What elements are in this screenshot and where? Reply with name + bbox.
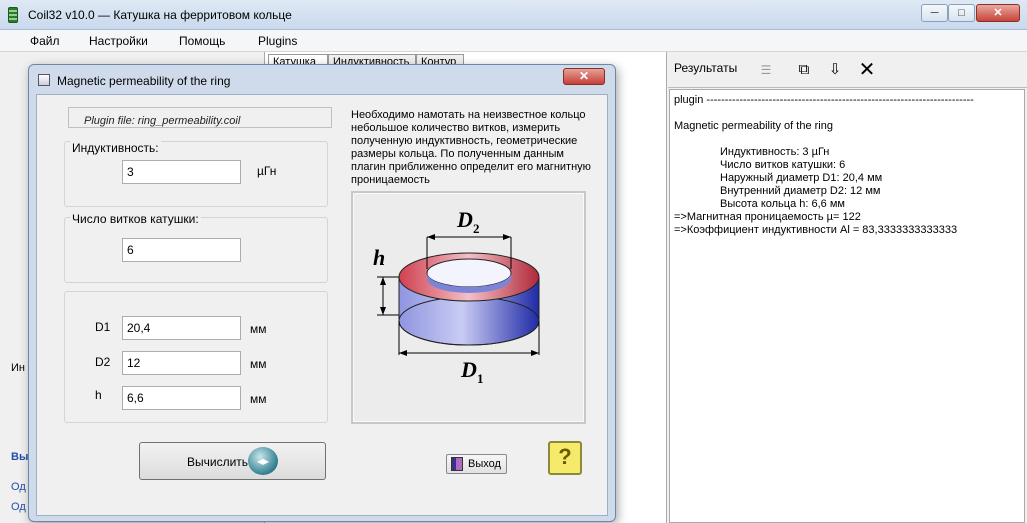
inductance-label: Индуктивность:	[70, 141, 161, 155]
d1-unit: мм	[250, 322, 267, 336]
left-label-fragment: Ин	[11, 362, 25, 374]
result-line: =>Коэффициент индуктивности Al = 83,3333…	[674, 224, 958, 236]
d2-input[interactable]: 12	[122, 351, 241, 375]
menu-file[interactable]: Файл	[30, 34, 60, 48]
plugin-file-label: Plugin file: ring_permeability.coil	[68, 107, 332, 128]
d2-diagram-subscript: 2	[473, 221, 480, 236]
exit-door-icon	[451, 457, 463, 471]
d1-label: D1	[95, 320, 111, 334]
close-icon[interactable]: ✕	[976, 4, 1020, 22]
dialog-close-icon[interactable]: ✕	[563, 68, 605, 85]
result-line: plugin ---------------------------------…	[674, 94, 974, 106]
result-line: Наружный диаметр D1: 20,4 мм	[720, 172, 883, 184]
h-unit: мм	[250, 392, 267, 406]
list-icon[interactable]: ☰	[754, 58, 778, 82]
result-line: Внутренний диаметр D2: 12 мм	[720, 185, 881, 197]
result-line: =>Магнитная проницаемость µ= 122	[674, 211, 861, 223]
maximize-icon[interactable]: □	[948, 4, 975, 22]
d2-diagram-label: D	[456, 207, 473, 232]
d1-input[interactable]: 20,4	[122, 316, 241, 340]
exit-button-label: Выход	[468, 458, 501, 470]
dialog-title: Magnetic permeability of the ring	[57, 74, 231, 88]
left-link-fragment[interactable]: Од	[11, 501, 26, 513]
result-line: Число витков катушки: 6	[720, 159, 846, 171]
turns-label: Число витков катушки:	[70, 212, 201, 226]
menu-bar: Файл Настройки Помощь Plugins	[0, 30, 1027, 52]
dimensions-group: D1 20,4 мм D2 12 мм h 6,6 мм	[64, 291, 328, 423]
help-question-icon: ?	[558, 444, 572, 469]
result-line: Высота кольца h: 6,6 мм	[720, 198, 845, 210]
permeability-dialog: Magnetic permeability of the ring ✕ Plug…	[28, 64, 616, 522]
d1-diagram-subscript: 1	[477, 371, 484, 386]
result-line: Индуктивность: 3 µГн	[720, 146, 830, 158]
save-icon[interactable]: ⇩	[823, 58, 847, 82]
play-icon: ◂▸	[248, 447, 278, 475]
menu-plugins[interactable]: Plugins	[258, 34, 297, 48]
clear-icon[interactable]: ✕	[855, 58, 879, 82]
inductance-unit: µГн	[257, 164, 277, 178]
results-toolbar: Результаты ☰ ⧉ ⇩ ✕	[668, 52, 1027, 88]
dialog-body: Plugin file: ring_permeability.coil Инду…	[36, 94, 608, 516]
result-line: Magnetic permeability of the ring	[674, 120, 833, 132]
coil-app-icon	[8, 7, 18, 23]
h-label: h	[95, 388, 102, 402]
help-button[interactable]: ?	[548, 441, 582, 475]
menu-settings[interactable]: Настройки	[89, 34, 148, 48]
ring-drawing: D 2 D 1 h	[373, 207, 540, 386]
menu-help[interactable]: Помощь	[179, 34, 225, 48]
left-link-fragment[interactable]: Од	[11, 481, 26, 493]
inductance-input[interactable]: 3	[122, 160, 241, 184]
turns-group: Число витков катушки: 6	[64, 212, 328, 283]
turns-input[interactable]: 6	[122, 238, 241, 262]
minimize-icon[interactable]: ─	[921, 4, 948, 22]
dialog-icon	[38, 74, 50, 86]
h-input[interactable]: 6,6	[122, 386, 241, 410]
ring-diagram: D 2 D 1 h	[351, 191, 586, 424]
app-title: Coil32 v10.0 — Катушка на ферритовом кол…	[28, 8, 292, 22]
results-text-area[interactable]: plugin ---------------------------------…	[669, 89, 1025, 523]
plugin-description: Необходимо намотать на неизвестное кольц…	[351, 109, 591, 186]
copy-icon[interactable]: ⧉	[792, 58, 816, 82]
calculate-button[interactable]: Вычислить ◂▸	[139, 442, 326, 480]
inductance-group: Индуктивность: 3 µГн	[64, 141, 328, 207]
h-diagram-label: h	[373, 245, 385, 270]
app-titlebar: Coil32 v10.0 — Катушка на ферритовом кол…	[0, 0, 1027, 30]
calculate-button-label: Вычислить	[187, 455, 249, 469]
d2-unit: мм	[250, 357, 267, 371]
d1-diagram-label: D	[460, 357, 477, 382]
results-title: Результаты	[674, 61, 738, 75]
exit-button[interactable]: Выход	[446, 454, 507, 474]
d2-label: D2	[95, 355, 111, 369]
